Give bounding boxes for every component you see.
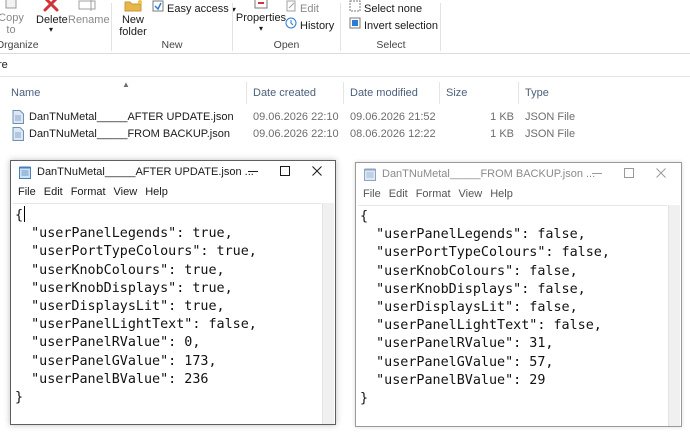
rename-icon (76, 0, 98, 12)
menu-edit[interactable]: Edit (43, 183, 64, 201)
menu-help[interactable]: Help (144, 183, 169, 201)
json-file-icon (12, 127, 24, 141)
new-group-label: New (161, 39, 183, 51)
menu-file[interactable]: File (362, 185, 382, 203)
file-list-header: ▲ Name Date created Date modified Size T… (0, 80, 690, 106)
delete-dropdown-icon: ▾ (48, 25, 53, 34)
select-none-icon (349, 0, 361, 18)
column-divider[interactable] (518, 82, 519, 104)
file-size: 1 KB (490, 128, 514, 140)
menu-edit[interactable]: Edit (388, 185, 409, 203)
column-header-name[interactable]: Name (11, 87, 40, 99)
file-name: DanTNuMetal_____FROM BACKUP.json (29, 128, 230, 140)
edit-button[interactable]: Edit (285, 0, 319, 18)
copy-to-button[interactable]: Copy to (0, 0, 28, 36)
notepad-menubar: File Edit Format View Help (11, 183, 335, 201)
file-date-modified: 09.06.2026 21:52 (350, 111, 436, 123)
column-header-date-modified[interactable]: Date modified (350, 87, 418, 99)
notepad-titlebar[interactable]: DanTNuMetal_____AFTER UPDATE.json ... (11, 161, 335, 183)
close-icon[interactable] (301, 162, 333, 182)
new-group: New folder Easy access ▾ New (112, 0, 236, 54)
properties-button[interactable]: Properties ▾ (235, 0, 287, 33)
easy-access-icon (152, 0, 164, 18)
menu-view[interactable]: View (113, 183, 139, 201)
select-group: Select none Invert selection Select (341, 0, 441, 54)
invert-selection-button[interactable]: Invert selection (349, 17, 438, 35)
notepad-titlebar[interactable]: DanTNuMetal_____FROM BACKUP.json ... (356, 163, 681, 185)
minimize-icon[interactable] (237, 162, 269, 182)
menu-file[interactable]: File (17, 183, 37, 201)
open-group-label: Open (273, 39, 300, 51)
column-divider[interactable] (439, 82, 440, 104)
select-group-label: Select (376, 39, 406, 51)
close-icon[interactable] (645, 164, 677, 184)
delete-icon (40, 0, 62, 12)
clipboard-group: Copy to Organize (0, 0, 39, 54)
text-caret (24, 206, 26, 222)
properties-icon (250, 0, 272, 10)
notepad-icon (19, 166, 31, 179)
vertical-scrollbar[interactable] (668, 205, 680, 426)
menu-help[interactable]: Help (489, 185, 514, 203)
maximize-icon[interactable] (269, 162, 301, 182)
select-none-button[interactable]: Select none (349, 0, 422, 18)
menu-format[interactable]: Format (70, 183, 107, 201)
properties-dropdown-icon: ▾ (258, 24, 263, 33)
rename-button[interactable]: Rename (68, 0, 110, 26)
notepad-text-area[interactable]: { "userPanelLegends": true, "userPortTyp… (13, 203, 321, 424)
notepad-content: { "userPanelLegends": false, "userPortTy… (360, 209, 610, 407)
organize-group: Delete ▾ Rename (30, 0, 110, 54)
vertical-scrollbar[interactable] (322, 203, 334, 424)
open-group: Properties ▾ Edit History Open (233, 0, 340, 54)
file-date-created: 09.06.2026 22:10 (253, 128, 339, 140)
copy-icon (0, 0, 22, 10)
notepad-title: DanTNuMetal_____FROM BACKUP.json ... (382, 168, 596, 180)
column-header-size[interactable]: Size (446, 87, 467, 99)
minimize-icon[interactable] (581, 164, 613, 184)
column-header-date-created[interactable]: Date created (253, 87, 316, 99)
history-button[interactable]: History (285, 17, 334, 35)
notepad-icon (364, 168, 376, 181)
file-date-modified: 08.06.2026 12:22 (350, 128, 436, 140)
file-type: JSON File (525, 111, 576, 123)
maximize-icon[interactable] (613, 164, 645, 184)
file-row[interactable]: DanTNuMetal_____AFTER UPDATE.json 09.06.… (0, 108, 690, 126)
history-icon (285, 17, 297, 35)
delete-button[interactable]: Delete ▾ (36, 0, 68, 34)
json-file-icon (12, 110, 24, 124)
sort-ascending-icon[interactable]: ▲ (122, 80, 130, 89)
column-divider[interactable] (246, 82, 247, 104)
notepad-title: DanTNuMetal_____AFTER UPDATE.json ... (37, 166, 254, 178)
column-divider[interactable] (343, 82, 344, 104)
ribbon-separator (440, 3, 441, 51)
notepad-menubar: File Edit Format View Help (356, 185, 681, 203)
file-type: JSON File (525, 128, 576, 140)
file-date-created: 09.06.2026 22:10 (253, 111, 339, 123)
new-folder-button[interactable]: New folder (118, 0, 148, 38)
menu-format[interactable]: Format (415, 185, 452, 203)
notepad-window-from-backup: DanTNuMetal_____FROM BACKUP.json ... Fil… (355, 162, 682, 427)
address-path: re (0, 59, 8, 71)
file-name: DanTNuMetal_____AFTER UPDATE.json (29, 111, 234, 123)
file-row[interactable]: DanTNuMetal_____FROM BACKUP.json 09.06.2… (0, 125, 690, 143)
explorer-ribbon: Copy to Organize Delete ▾ Rename New fol… (0, 0, 690, 54)
notepad-text-area[interactable]: { "userPanelLegends": false, "userPortTy… (358, 205, 667, 426)
easy-access-button[interactable]: Easy access ▾ (152, 0, 236, 18)
file-size: 1 KB (490, 111, 514, 123)
column-header-type[interactable]: Type (525, 87, 549, 99)
notepad-window-after-update: DanTNuMetal_____AFTER UPDATE.json ... Fi… (10, 160, 336, 425)
edit-icon (285, 0, 297, 18)
notepad-content: { "userPanelLegends": true, "userPortTyp… (15, 206, 257, 406)
address-bar[interactable]: re (0, 55, 690, 77)
invert-selection-icon (349, 17, 361, 35)
new-folder-icon (122, 0, 144, 12)
menu-view[interactable]: View (458, 185, 484, 203)
